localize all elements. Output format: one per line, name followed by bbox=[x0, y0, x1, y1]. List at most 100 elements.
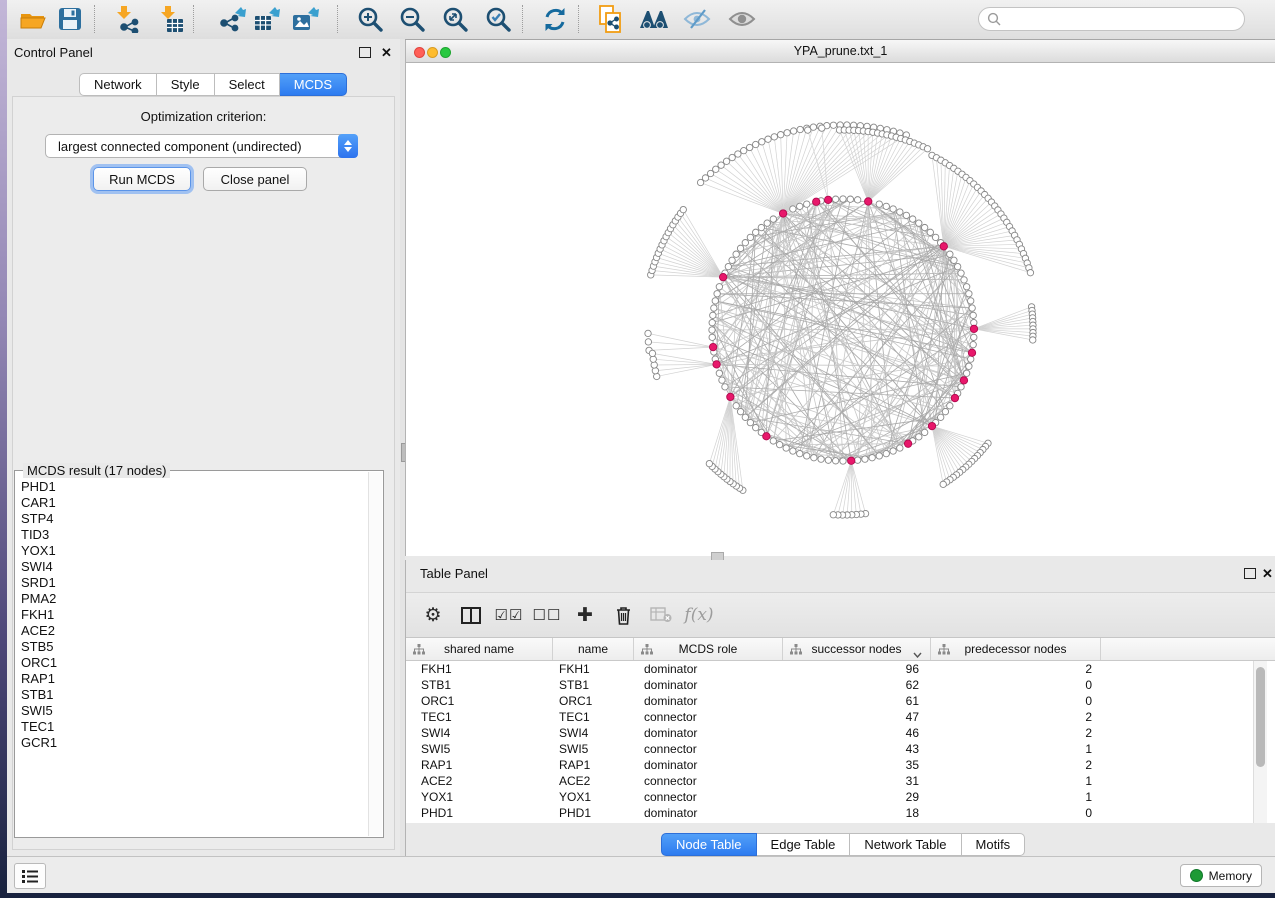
dropdown-stepper-icon bbox=[338, 134, 358, 158]
mcds-result-box: MCDS result (17 nodes) PHD1CAR1STP4TID3Y… bbox=[14, 470, 384, 838]
zoom-selected-button[interactable] bbox=[481, 3, 515, 35]
network-canvas[interactable] bbox=[405, 63, 1275, 556]
open-file-button[interactable] bbox=[15, 3, 49, 35]
import-network-button[interactable] bbox=[110, 3, 144, 35]
cell-mcds-role: connector bbox=[634, 709, 783, 725]
cell-name: RAP1 bbox=[553, 757, 634, 773]
table-scrollbar[interactable] bbox=[1253, 661, 1267, 823]
table-scrollbar-thumb[interactable] bbox=[1256, 667, 1265, 767]
cell-name: SWI4 bbox=[553, 725, 634, 741]
zoom-out-button[interactable] bbox=[395, 3, 429, 35]
export-image-button[interactable] bbox=[288, 3, 322, 35]
criterion-dropdown[interactable]: largest connected component (undirected) bbox=[45, 134, 358, 158]
table-row[interactable]: YOX1 YOX1 connector 29 1 bbox=[406, 789, 1275, 805]
table-row[interactable]: TEC1 TEC1 connector 47 2 bbox=[406, 709, 1275, 725]
close-panel-icon[interactable]: ✕ bbox=[381, 47, 392, 59]
zoom-fit-icon bbox=[442, 6, 469, 33]
show-all-button[interactable] bbox=[725, 3, 759, 35]
select-all-columns-button[interactable]: ☑☑ bbox=[490, 606, 528, 624]
cell-shared-name: SWI4 bbox=[406, 725, 553, 741]
tab-network[interactable]: Network bbox=[79, 73, 157, 96]
tab-select[interactable]: Select bbox=[215, 73, 280, 96]
save-session-button[interactable] bbox=[53, 3, 87, 35]
mcds-result-item[interactable]: TID3 bbox=[21, 527, 383, 543]
tab-style[interactable]: Style bbox=[157, 73, 215, 96]
mcds-result-item[interactable]: STB1 bbox=[21, 687, 383, 703]
node-table-body[interactable]: FKH1 FKH1 dominator 96 2 STB1 STB1 domin… bbox=[406, 661, 1275, 823]
close-panel-button[interactable]: Close panel bbox=[203, 167, 307, 191]
mcds-result-item[interactable]: PMA2 bbox=[21, 591, 383, 607]
mcds-result-item[interactable]: SWI4 bbox=[21, 559, 383, 575]
mcds-result-item[interactable]: GCR1 bbox=[21, 735, 383, 751]
deselect-all-columns-button[interactable]: ☐☐ bbox=[528, 606, 566, 624]
column-header-successor-nodes[interactable]: successor nodes bbox=[783, 638, 931, 660]
zoom-in-button[interactable] bbox=[353, 3, 387, 35]
table-row[interactable]: SWI5 SWI5 connector 43 1 bbox=[406, 741, 1275, 757]
shared-column-icon bbox=[938, 644, 950, 658]
unchecked-boxes-icon: ☐☐ bbox=[533, 606, 562, 624]
mcds-result-item[interactable]: STB5 bbox=[21, 639, 383, 655]
first-neighbors-button[interactable] bbox=[637, 3, 671, 35]
delete-column-button[interactable] bbox=[604, 606, 642, 625]
cell-predecessor-nodes: 2 bbox=[931, 757, 1101, 773]
table-row[interactable]: PHD1 PHD1 dominator 18 0 bbox=[406, 805, 1275, 821]
cell-predecessor-nodes: 0 bbox=[931, 805, 1101, 821]
mcds-result-item[interactable]: CAR1 bbox=[21, 495, 383, 511]
add-column-button[interactable]: ✚ bbox=[566, 604, 604, 627]
table-row[interactable]: FKH1 FKH1 dominator 96 2 bbox=[406, 661, 1275, 677]
network-window-titlebar[interactable]: YPA_prune.txt_1 bbox=[405, 40, 1275, 63]
import-table-button[interactable] bbox=[154, 3, 188, 35]
export-table-button[interactable] bbox=[250, 3, 284, 35]
cell-predecessor-nodes: 1 bbox=[931, 773, 1101, 789]
close-table-panel-icon[interactable]: ✕ bbox=[1262, 568, 1273, 580]
mcds-result-item[interactable]: PHD1 bbox=[21, 479, 383, 495]
mcds-result-item[interactable]: YOX1 bbox=[21, 543, 383, 559]
zoom-fit-button[interactable] bbox=[438, 3, 472, 35]
cell-name: ACE2 bbox=[553, 773, 634, 789]
table-tab-edge-table[interactable]: Edge Table bbox=[757, 833, 851, 856]
mcds-result-item[interactable]: TEC1 bbox=[21, 719, 383, 735]
memory-button[interactable]: Memory bbox=[1180, 864, 1262, 887]
toolbar-separator bbox=[94, 5, 95, 33]
float-panel-icon[interactable] bbox=[359, 47, 371, 58]
refresh-view-button[interactable] bbox=[538, 3, 572, 35]
table-row[interactable]: ORC1 ORC1 dominator 61 0 bbox=[406, 693, 1275, 709]
show-columns-button[interactable] bbox=[452, 607, 490, 624]
mcds-result-item[interactable]: RAP1 bbox=[21, 671, 383, 687]
mcds-result-list[interactable]: PHD1CAR1STP4TID3YOX1SWI4SRD1PMA2FKH1ACE2… bbox=[15, 471, 383, 751]
tab-mcds[interactable]: MCDS bbox=[280, 73, 347, 96]
delete-table-icon bbox=[650, 607, 672, 623]
cell-mcds-role: connector bbox=[634, 741, 783, 757]
mcds-result-item[interactable]: ACE2 bbox=[21, 623, 383, 639]
table-row[interactable]: SWI4 SWI4 dominator 46 2 bbox=[406, 725, 1275, 741]
table-settings-button[interactable]: ⚙ bbox=[414, 604, 452, 627]
run-mcds-button[interactable]: Run MCDS bbox=[93, 167, 191, 191]
mcds-list-scrollbar[interactable] bbox=[368, 472, 382, 836]
hide-selected-button[interactable] bbox=[680, 3, 714, 35]
table-tab-network-table[interactable]: Network Table bbox=[850, 833, 961, 856]
mcds-result-item[interactable]: FKH1 bbox=[21, 607, 383, 623]
search-input[interactable] bbox=[1001, 11, 1236, 27]
delete-table-button[interactable] bbox=[642, 607, 680, 623]
column-header-name[interactable]: name bbox=[553, 638, 634, 660]
clone-network-button[interactable] bbox=[593, 3, 627, 35]
export-network-button[interactable] bbox=[216, 3, 250, 35]
table-row[interactable]: STB1 STB1 dominator 62 0 bbox=[406, 677, 1275, 693]
column-header-shared-name[interactable]: shared name bbox=[406, 638, 553, 660]
mcds-result-item[interactable]: STP4 bbox=[21, 511, 383, 527]
task-history-button[interactable] bbox=[14, 863, 46, 889]
table-row[interactable]: RAP1 RAP1 dominator 35 2 bbox=[406, 757, 1275, 773]
table-row[interactable]: ACE2 ACE2 connector 31 1 bbox=[406, 773, 1275, 789]
column-header-MCDS-role[interactable]: MCDS role bbox=[634, 638, 783, 660]
cell-predecessor-nodes: 1 bbox=[931, 741, 1101, 757]
mcds-result-item[interactable]: SRD1 bbox=[21, 575, 383, 591]
table-tab-node-table[interactable]: Node Table bbox=[661, 833, 757, 856]
memory-status-icon bbox=[1190, 869, 1203, 882]
float-table-panel-icon[interactable] bbox=[1244, 568, 1256, 579]
mcds-result-item[interactable]: SWI5 bbox=[21, 703, 383, 719]
mcds-result-item[interactable]: ORC1 bbox=[21, 655, 383, 671]
export-network-icon bbox=[219, 6, 247, 33]
function-builder-button[interactable]: f(x) bbox=[680, 605, 718, 625]
table-tab-motifs[interactable]: Motifs bbox=[962, 833, 1026, 856]
column-header-predecessor-nodes[interactable]: predecessor nodes bbox=[931, 638, 1101, 660]
